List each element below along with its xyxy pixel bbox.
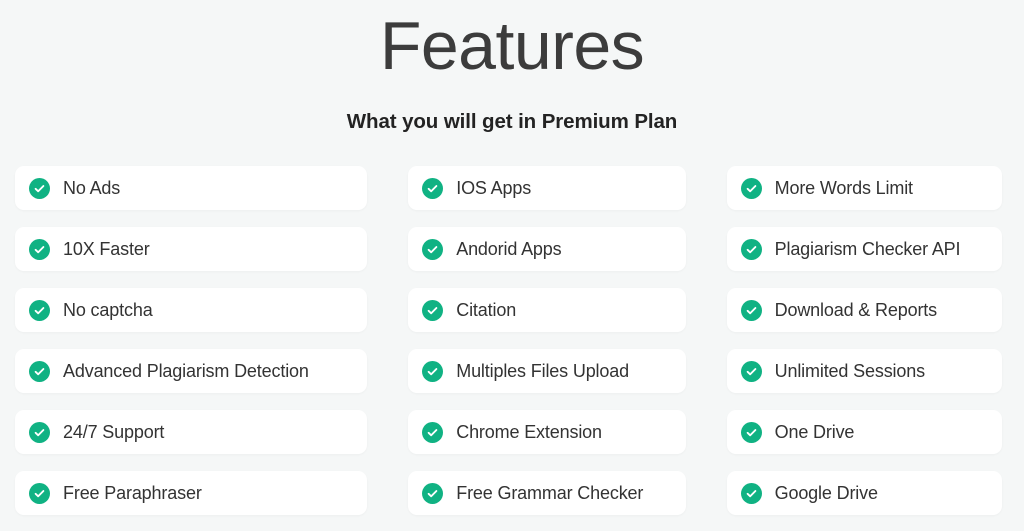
- feature-card[interactable]: One Drive: [726, 410, 1002, 454]
- feature-label: IOS Apps: [456, 178, 532, 198]
- check-circle-icon: [740, 299, 762, 321]
- feature-card[interactable]: Unlimited Sessions: [726, 349, 1002, 393]
- feature-card[interactable]: Advanced Plagiarism Detection: [15, 349, 368, 393]
- feature-card[interactable]: 10X Faster: [15, 227, 368, 271]
- check-circle-icon: [29, 238, 50, 260]
- feature-label: 24/7 Support: [63, 422, 165, 442]
- feature-label: Chrome Extension: [456, 422, 602, 442]
- feature-label: Advanced Plagiarism Detection: [63, 361, 309, 381]
- feature-card[interactable]: Plagiarism Checker API: [726, 227, 1002, 271]
- check-circle-icon: [422, 238, 444, 260]
- feature-label: Free Grammar Checker: [456, 483, 644, 503]
- page-header: Features What you will get in Premium Pl…: [0, 0, 1024, 134]
- feature-label: 10X Faster: [63, 239, 150, 259]
- check-circle-icon: [29, 360, 50, 382]
- feature-label: Multiples Files Upload: [456, 361, 629, 381]
- feature-label: Google Drive: [774, 483, 878, 503]
- feature-label: More Words Limit: [774, 178, 913, 198]
- feature-card[interactable]: More Words Limit: [726, 166, 1002, 210]
- check-circle-icon: [422, 177, 444, 199]
- check-circle-icon: [740, 177, 762, 199]
- feature-card[interactable]: No Ads: [15, 166, 368, 210]
- check-circle-icon: [422, 299, 444, 321]
- check-circle-icon: [422, 360, 444, 382]
- feature-card[interactable]: 24/7 Support: [15, 410, 368, 454]
- feature-card[interactable]: IOS Apps: [408, 166, 686, 210]
- feature-card[interactable]: Multiples Files Upload: [408, 349, 686, 393]
- check-circle-icon: [29, 421, 50, 443]
- feature-label: No captcha: [63, 300, 153, 320]
- features-grid: No Ads 10X Faster No captcha Advanced Pl…: [15, 166, 1002, 515]
- feature-label: No Ads: [63, 178, 121, 198]
- feature-column-1: No Ads 10X Faster No captcha Advanced Pl…: [15, 166, 368, 515]
- feature-label: One Drive: [774, 422, 855, 442]
- check-circle-icon: [29, 299, 50, 321]
- feature-card[interactable]: Andorid Apps: [408, 227, 686, 271]
- feature-label: Unlimited Sessions: [774, 361, 926, 381]
- check-circle-icon: [29, 177, 50, 199]
- features-page: Features What you will get in Premium Pl…: [0, 0, 1024, 531]
- feature-label: Free Paraphraser: [63, 483, 202, 503]
- page-subtitle: What you will get in Premium Plan: [346, 110, 678, 134]
- feature-label: Plagiarism Checker API: [774, 239, 961, 259]
- feature-card[interactable]: Download & Reports: [726, 288, 1002, 332]
- check-circle-icon: [740, 360, 762, 382]
- check-circle-icon: [740, 421, 762, 443]
- feature-label: Citation: [456, 300, 517, 320]
- feature-card[interactable]: Free Grammar Checker: [408, 471, 686, 515]
- check-circle-icon: [740, 238, 762, 260]
- check-circle-icon: [422, 482, 444, 504]
- feature-card[interactable]: Free Paraphraser: [15, 471, 368, 515]
- feature-label: Download & Reports: [774, 300, 938, 320]
- check-circle-icon: [740, 482, 762, 504]
- check-circle-icon: [422, 421, 444, 443]
- page-title: Features: [379, 8, 645, 84]
- feature-column-2: IOS Apps Andorid Apps Citation Multiples…: [408, 166, 686, 515]
- feature-card[interactable]: Google Drive: [726, 471, 1002, 515]
- check-circle-icon: [29, 482, 50, 504]
- feature-card[interactable]: No captcha: [15, 288, 368, 332]
- feature-card[interactable]: Chrome Extension: [408, 410, 686, 454]
- feature-column-3: More Words Limit Plagiarism Checker API …: [726, 166, 1002, 515]
- feature-card[interactable]: Citation: [408, 288, 686, 332]
- feature-label: Andorid Apps: [456, 239, 562, 259]
